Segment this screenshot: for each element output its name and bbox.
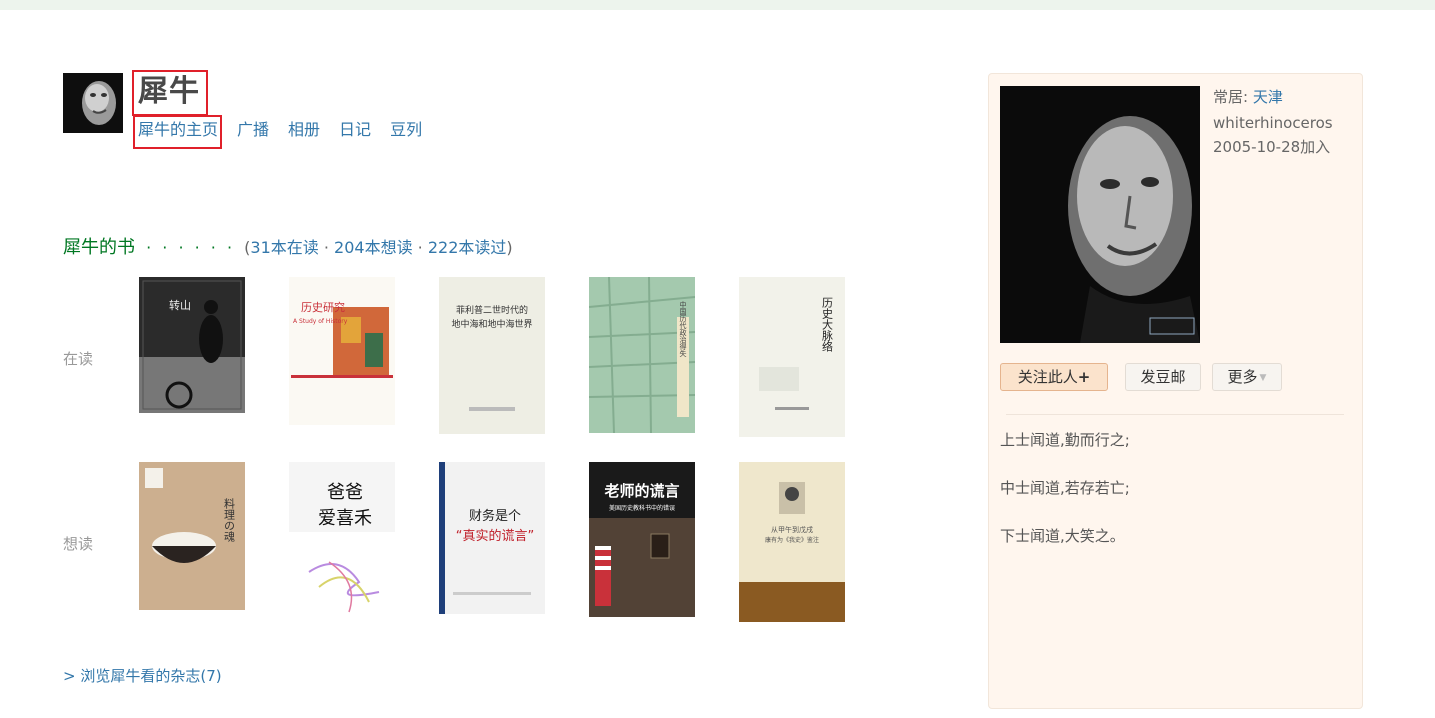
book-title-1: 转山 xyxy=(169,298,191,312)
location-line: 常居: 天津 xyxy=(1213,86,1283,108)
wish-count-link[interactable]: 204本想读 xyxy=(334,238,413,257)
follow-button[interactable]: 关注此人+ xyxy=(1000,363,1108,391)
username: whiterhinoceros xyxy=(1213,114,1333,132)
book-subtitle-9: 美国历史教科书中的错误 xyxy=(609,504,675,512)
intro-line-3: 下士闻道,大笑之。 xyxy=(1000,527,1125,545)
book-title-2: 历史研究 xyxy=(301,300,345,314)
nav-doulist[interactable]: 豆列 xyxy=(390,119,422,141)
book-cover-history-veins[interactable]: 历史大脉络 xyxy=(739,277,845,437)
stats-sep: · xyxy=(318,238,335,257)
book-cover-jiawu-wuxu[interactable]: 从甲午到戊戌 康有为《我史》鉴注 xyxy=(739,462,845,622)
stats-sep: · xyxy=(412,238,428,257)
avatar[interactable] xyxy=(63,73,123,133)
book-subtitle-3: 地中海和地中海世界 xyxy=(451,318,532,330)
send-mail-button[interactable]: 发豆邮 xyxy=(1125,363,1201,391)
intro-line-1: 上士闻道,勤而行之; xyxy=(1000,431,1130,449)
location-link[interactable]: 天津 xyxy=(1253,88,1283,106)
book-cover-dad-loves-xihe[interactable]: 爸爸 爱喜禾 xyxy=(289,462,395,614)
books-title: 犀牛的书 xyxy=(63,237,135,258)
read-count-link[interactable]: 222本读过 xyxy=(428,238,507,257)
more-button[interactable]: 更多 ▼ xyxy=(1212,363,1282,391)
plus-icon: + xyxy=(1077,368,1091,386)
wish-row-label: 想读 xyxy=(63,535,94,553)
book-cover-finance-lies[interactable]: 财务是个 “真实的谎言” xyxy=(439,462,545,614)
book-title-9: 老师的谎言 xyxy=(603,482,679,500)
nav-home[interactable]: 犀牛的主页 xyxy=(138,119,218,141)
book-title-4: 中国历代政治得失 xyxy=(679,300,687,358)
book-title-7: 爸爸 xyxy=(327,482,363,503)
user-name: 犀牛 xyxy=(138,74,200,109)
book-cover-teacher-lies[interactable]: 老师的谎言 美国历史教科书中的错误 xyxy=(589,462,695,617)
book-title-3: 菲利普二世时代的 xyxy=(456,304,528,316)
chevron-down-icon: ▼ xyxy=(1259,372,1267,383)
more-label: 更多 xyxy=(1227,368,1258,386)
books-dots: · · · · · · xyxy=(146,238,236,257)
nav-broadcast[interactable]: 广播 xyxy=(237,119,269,141)
book-subtitle-10: 康有为《我史》鉴注 xyxy=(765,536,819,544)
stats-close: ) xyxy=(506,238,513,257)
nav-diary[interactable]: 日记 xyxy=(339,119,371,141)
top-bar xyxy=(0,0,1435,10)
follow-label: 关注此人 xyxy=(1017,368,1078,386)
books-stats: (31本在读 · 204本想读 · 222本读过) xyxy=(244,238,513,257)
magazine-link[interactable]: > 浏览犀牛看的杂志(7) xyxy=(63,665,222,686)
reading-count-link[interactable]: 31本在读 xyxy=(250,238,318,257)
join-date: 2005-10-28加入 xyxy=(1213,138,1331,156)
book-cover-chinese-politics[interactable]: 中国历代政治得失 xyxy=(589,277,695,433)
profile-photo xyxy=(1000,86,1200,343)
panel-divider xyxy=(1006,414,1344,415)
profile-nav: 犀牛的主页 广播 相册 日记 豆列 xyxy=(138,119,441,141)
book-subtitle-2: A Study of History xyxy=(293,318,348,325)
book-title-5: 历史大脉络 xyxy=(821,297,834,352)
book-title-6: 料理の魂 xyxy=(223,497,236,542)
books-heading: 犀牛的书 · · · · · · (31本在读 · 204本想读 · 222本读… xyxy=(63,236,513,260)
book-title-8: 财务是个 xyxy=(469,508,521,524)
book-cover-zhuanshan[interactable]: 转山 xyxy=(139,277,245,413)
book-cover-study-of-history[interactable]: 历史研究 A Study of History xyxy=(289,277,395,425)
nav-album[interactable]: 相册 xyxy=(288,119,320,141)
book-cover-mediterranean[interactable]: 菲利普二世时代的 地中海和地中海世界 xyxy=(439,277,545,434)
location-prefix: 常居: xyxy=(1213,88,1253,106)
reading-row-label: 在读 xyxy=(63,350,94,368)
book-subtitle-7: 爱喜禾 xyxy=(318,508,372,529)
book-cover-cooking-soul[interactable]: 料理の魂 xyxy=(139,462,245,610)
book-subtitle-8: “真实的谎言” xyxy=(456,528,534,544)
book-title-10: 从甲午到戊戌 xyxy=(771,525,813,534)
intro-line-2: 中士闻道,若存若亡; xyxy=(1000,479,1130,497)
